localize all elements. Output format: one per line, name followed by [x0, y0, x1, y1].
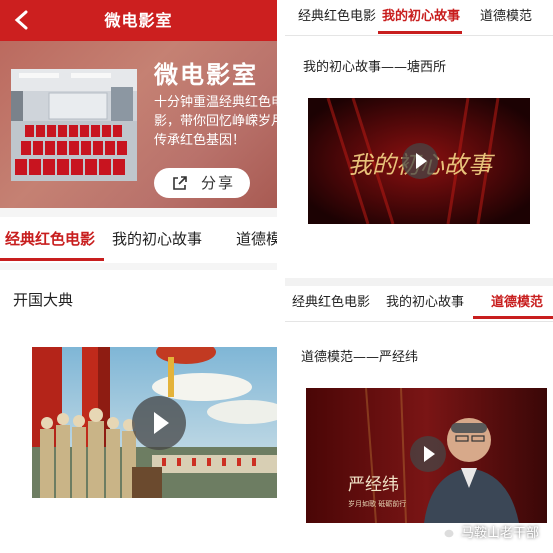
- share-label: 分享: [201, 174, 236, 192]
- cinema-room-photo: [11, 69, 137, 181]
- category-tabs: 经典红色电影 我的初心故事 道德模范: [285, 286, 553, 322]
- app-header: 微电影室: [0, 0, 277, 41]
- play-button-icon[interactable]: [132, 396, 186, 450]
- tab-my-original-story[interactable]: 我的初心故事: [386, 286, 464, 320]
- hero-desc-line: 影，带你回忆峥嵘岁月: [154, 114, 277, 129]
- video-thumbnail[interactable]: 严经纬 岁月如歌 砥砺前行: [306, 388, 547, 523]
- active-tab-indicator: [473, 316, 553, 319]
- hero-desc-line: 传承红色基因！: [154, 133, 246, 148]
- video-title: 我的初心故事——塘西所: [303, 60, 447, 75]
- tab-moral-models[interactable]: 道德模范: [491, 286, 543, 320]
- tab-my-original-story[interactable]: 我的初心故事: [382, 0, 460, 34]
- video-thumbnail[interactable]: [32, 347, 277, 498]
- header-title: 微电影室: [104, 11, 173, 30]
- video-caption-sub: 岁月如歌 砥砺前行: [348, 499, 406, 508]
- tab-my-original-story[interactable]: 我的初心故事: [112, 217, 202, 263]
- video-title: 开国大典: [13, 291, 74, 309]
- phone-screen-my-story: 经典红色电影 我的初心故事 道德模范 我的初心故事——塘西所 我的初心故事: [285, 0, 553, 278]
- video-caption-name: 严经纬: [348, 475, 399, 495]
- tab-classic-red-films[interactable]: 经典红色电影: [298, 0, 376, 34]
- active-tab-indicator: [378, 31, 462, 34]
- category-tabs: 经典红色电影 我的初心故事 道德模范: [285, 0, 553, 36]
- hero-banner: 微电影室 十分钟重温经典红色电 影，带你回忆峥嵘岁月 传承红色基因！ 分享: [0, 41, 277, 208]
- watermark-text: 马鞍山老干部: [460, 526, 539, 541]
- tab-classic-red-films[interactable]: 经典红色电影: [292, 286, 370, 320]
- phone-screen-moral-models: 经典红色电影 我的初心故事 道德模范 道德模范——严经纬 严经纬 岁月如歌 砥砺…: [285, 278, 553, 553]
- share-button[interactable]: 分享: [154, 168, 250, 198]
- hero-desc-line: 十分钟重温经典红色电: [154, 95, 277, 110]
- play-button-icon[interactable]: [410, 436, 446, 472]
- tab-moral-models[interactable]: 道德模: [236, 217, 277, 263]
- tab-classic-red-films[interactable]: 经典红色电影: [5, 217, 95, 263]
- share-icon: [173, 176, 187, 190]
- tab-moral-models[interactable]: 道德模范: [480, 0, 532, 34]
- hero-title: 微电影室: [154, 61, 258, 89]
- video-title: 道德模范——严经纬: [301, 350, 419, 365]
- hero-description: 十分钟重温经典红色电 影，带你回忆峥嵘岁月 传承红色基因！: [154, 93, 277, 150]
- video-thumbnail[interactable]: 我的初心故事: [308, 98, 530, 224]
- play-button-icon[interactable]: [402, 143, 438, 179]
- phone-screen-classic-films: 微电影室 微电影室 十分钟重温经典红色电 影，带你回忆峥嵘岁月 传承红色基因！ …: [0, 0, 277, 553]
- video-list-item: 开国大典: [0, 270, 277, 553]
- category-tabs: 经典红色电影 我的初心故事 道德模: [0, 217, 277, 263]
- active-tab-indicator: [0, 258, 104, 261]
- watermark: 马鞍山老干部: [438, 522, 539, 541]
- wechat-icon: [438, 526, 454, 538]
